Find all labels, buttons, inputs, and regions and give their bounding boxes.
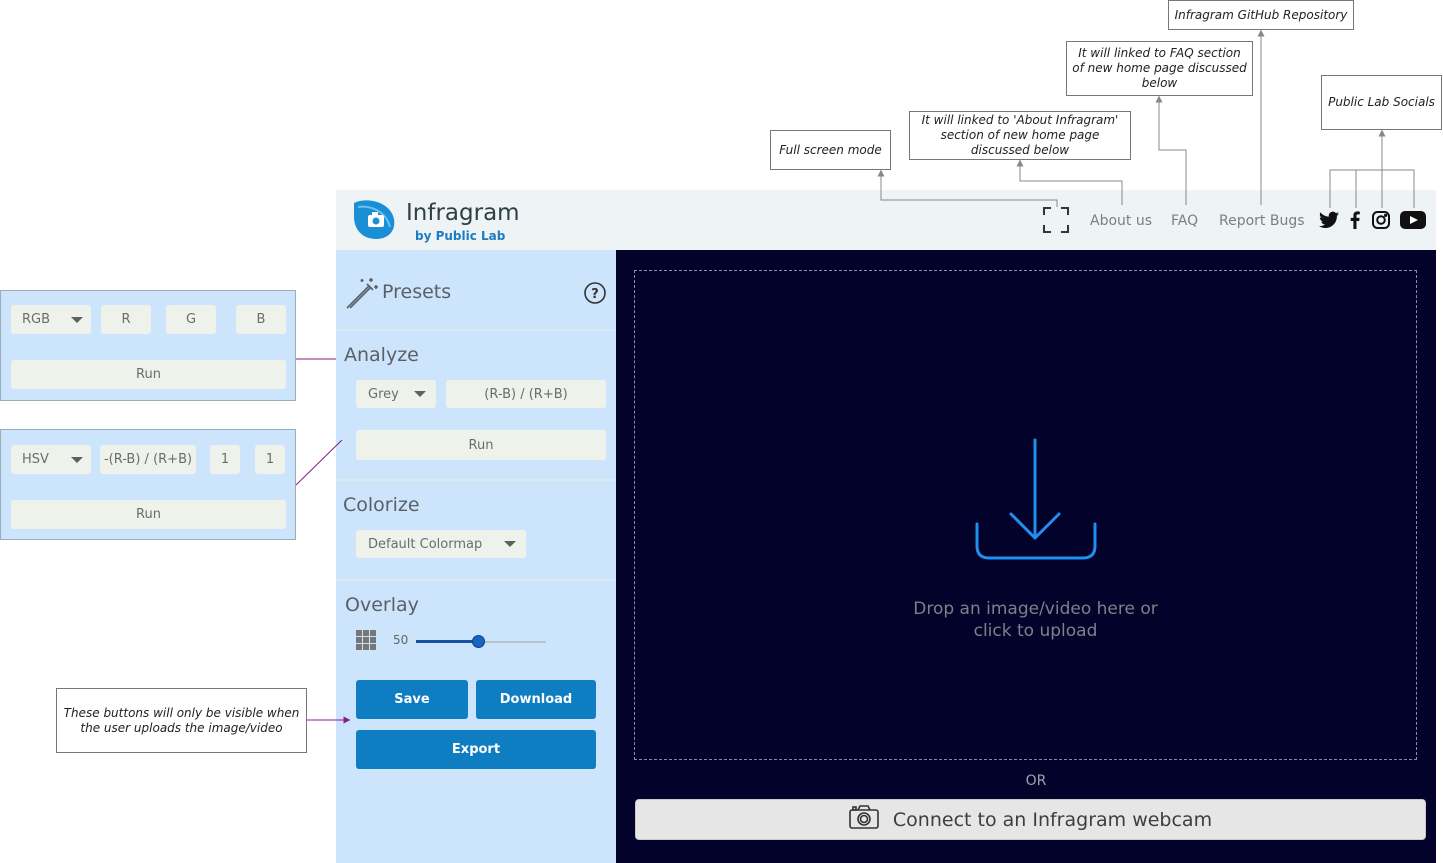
nav-report-bugs[interactable]: Report Bugs [1219, 213, 1305, 229]
hsv-mode-select[interactable]: HSV [11, 445, 91, 474]
chevron-down-icon [71, 316, 83, 323]
chevron-down-icon [414, 391, 426, 397]
save-button[interactable]: Save [356, 680, 468, 719]
magic-wand-icon [345, 276, 379, 314]
analyze-mode-select[interactable]: Grey [356, 380, 436, 408]
youtube-icon[interactable] [1400, 211, 1426, 233]
logo-icon [352, 199, 398, 245]
camera-icon [849, 805, 879, 834]
analyze-mode-value: Grey [368, 386, 399, 402]
analyze-expression-input[interactable]: (R-B) / (R+B) [446, 380, 606, 408]
note-fullscreen: Full screen mode [770, 130, 891, 170]
svg-text:?: ? [591, 287, 599, 302]
presets-label: Presets [382, 281, 452, 303]
slider-fill [416, 640, 479, 643]
analyze-run-button[interactable]: Run [356, 430, 606, 460]
note-faq: It will linked to FAQ section of new hom… [1066, 41, 1253, 96]
rgb-b-input[interactable]: B [236, 305, 286, 334]
colormap-value: Default Colormap [368, 536, 483, 552]
overlay-slider[interactable] [416, 634, 546, 650]
drop-text-line2: click to upload [973, 621, 1098, 641]
rgb-mode-value: RGB [22, 312, 51, 327]
twitter-icon[interactable] [1319, 211, 1339, 233]
colorize-title: Colorize [343, 494, 420, 516]
export-button[interactable]: Export [356, 730, 596, 769]
hsv-expression-input[interactable]: -(R-B) / (R+B) [100, 445, 196, 474]
connect-webcam-button[interactable]: Connect to an Infragram webcam [635, 799, 1426, 840]
facebook-icon[interactable] [1350, 211, 1360, 233]
rgb-g-input[interactable]: G [166, 305, 216, 334]
download-button[interactable]: Download [476, 680, 596, 719]
note-buttons: These buttons will only be visible when … [56, 688, 307, 753]
app-subtitle: by Public Lab [415, 229, 506, 243]
hsv-mode-value: HSV [22, 452, 49, 467]
instagram-icon[interactable] [1372, 211, 1390, 233]
chevron-down-icon [504, 541, 516, 547]
download-arrow-icon [974, 438, 1098, 566]
grid-icon [356, 630, 376, 654]
rgb-r-input[interactable]: R [101, 305, 151, 334]
note-github: Infragram GitHub Repository [1168, 0, 1354, 30]
help-icon[interactable]: ? [584, 282, 606, 308]
rgb-mode-select[interactable]: RGB [11, 305, 91, 334]
drop-text-line1: Drop an image/video here or [913, 599, 1158, 619]
nav-about-us[interactable]: About us [1090, 213, 1152, 229]
slider-thumb[interactable] [472, 635, 486, 648]
hsv-value-1-input[interactable]: 1 [210, 445, 240, 474]
or-separator: OR [1025, 773, 1047, 789]
rgb-run-button[interactable]: Run [11, 360, 286, 389]
overlay-title: Overlay [345, 594, 419, 616]
hsv-value-2-input[interactable]: 1 [255, 445, 285, 474]
note-about: It will linked to 'About Infragram' sect… [909, 111, 1131, 160]
overlay-value: 50 [393, 633, 409, 647]
colormap-select[interactable]: Default Colormap [356, 530, 526, 558]
drop-instructions: Drop an image/video here or click to upl… [634, 598, 1437, 642]
note-socials: Public Lab Socials [1321, 75, 1442, 130]
hsv-run-button[interactable]: Run [11, 500, 286, 529]
app-title: Infragram [406, 200, 520, 226]
fullscreen-icon[interactable] [1043, 207, 1069, 237]
webcam-label: Connect to an Infragram webcam [892, 808, 1213, 831]
analyze-title: Analyze [344, 344, 419, 366]
nav-faq[interactable]: FAQ [1171, 213, 1198, 229]
chevron-down-icon [71, 456, 83, 463]
